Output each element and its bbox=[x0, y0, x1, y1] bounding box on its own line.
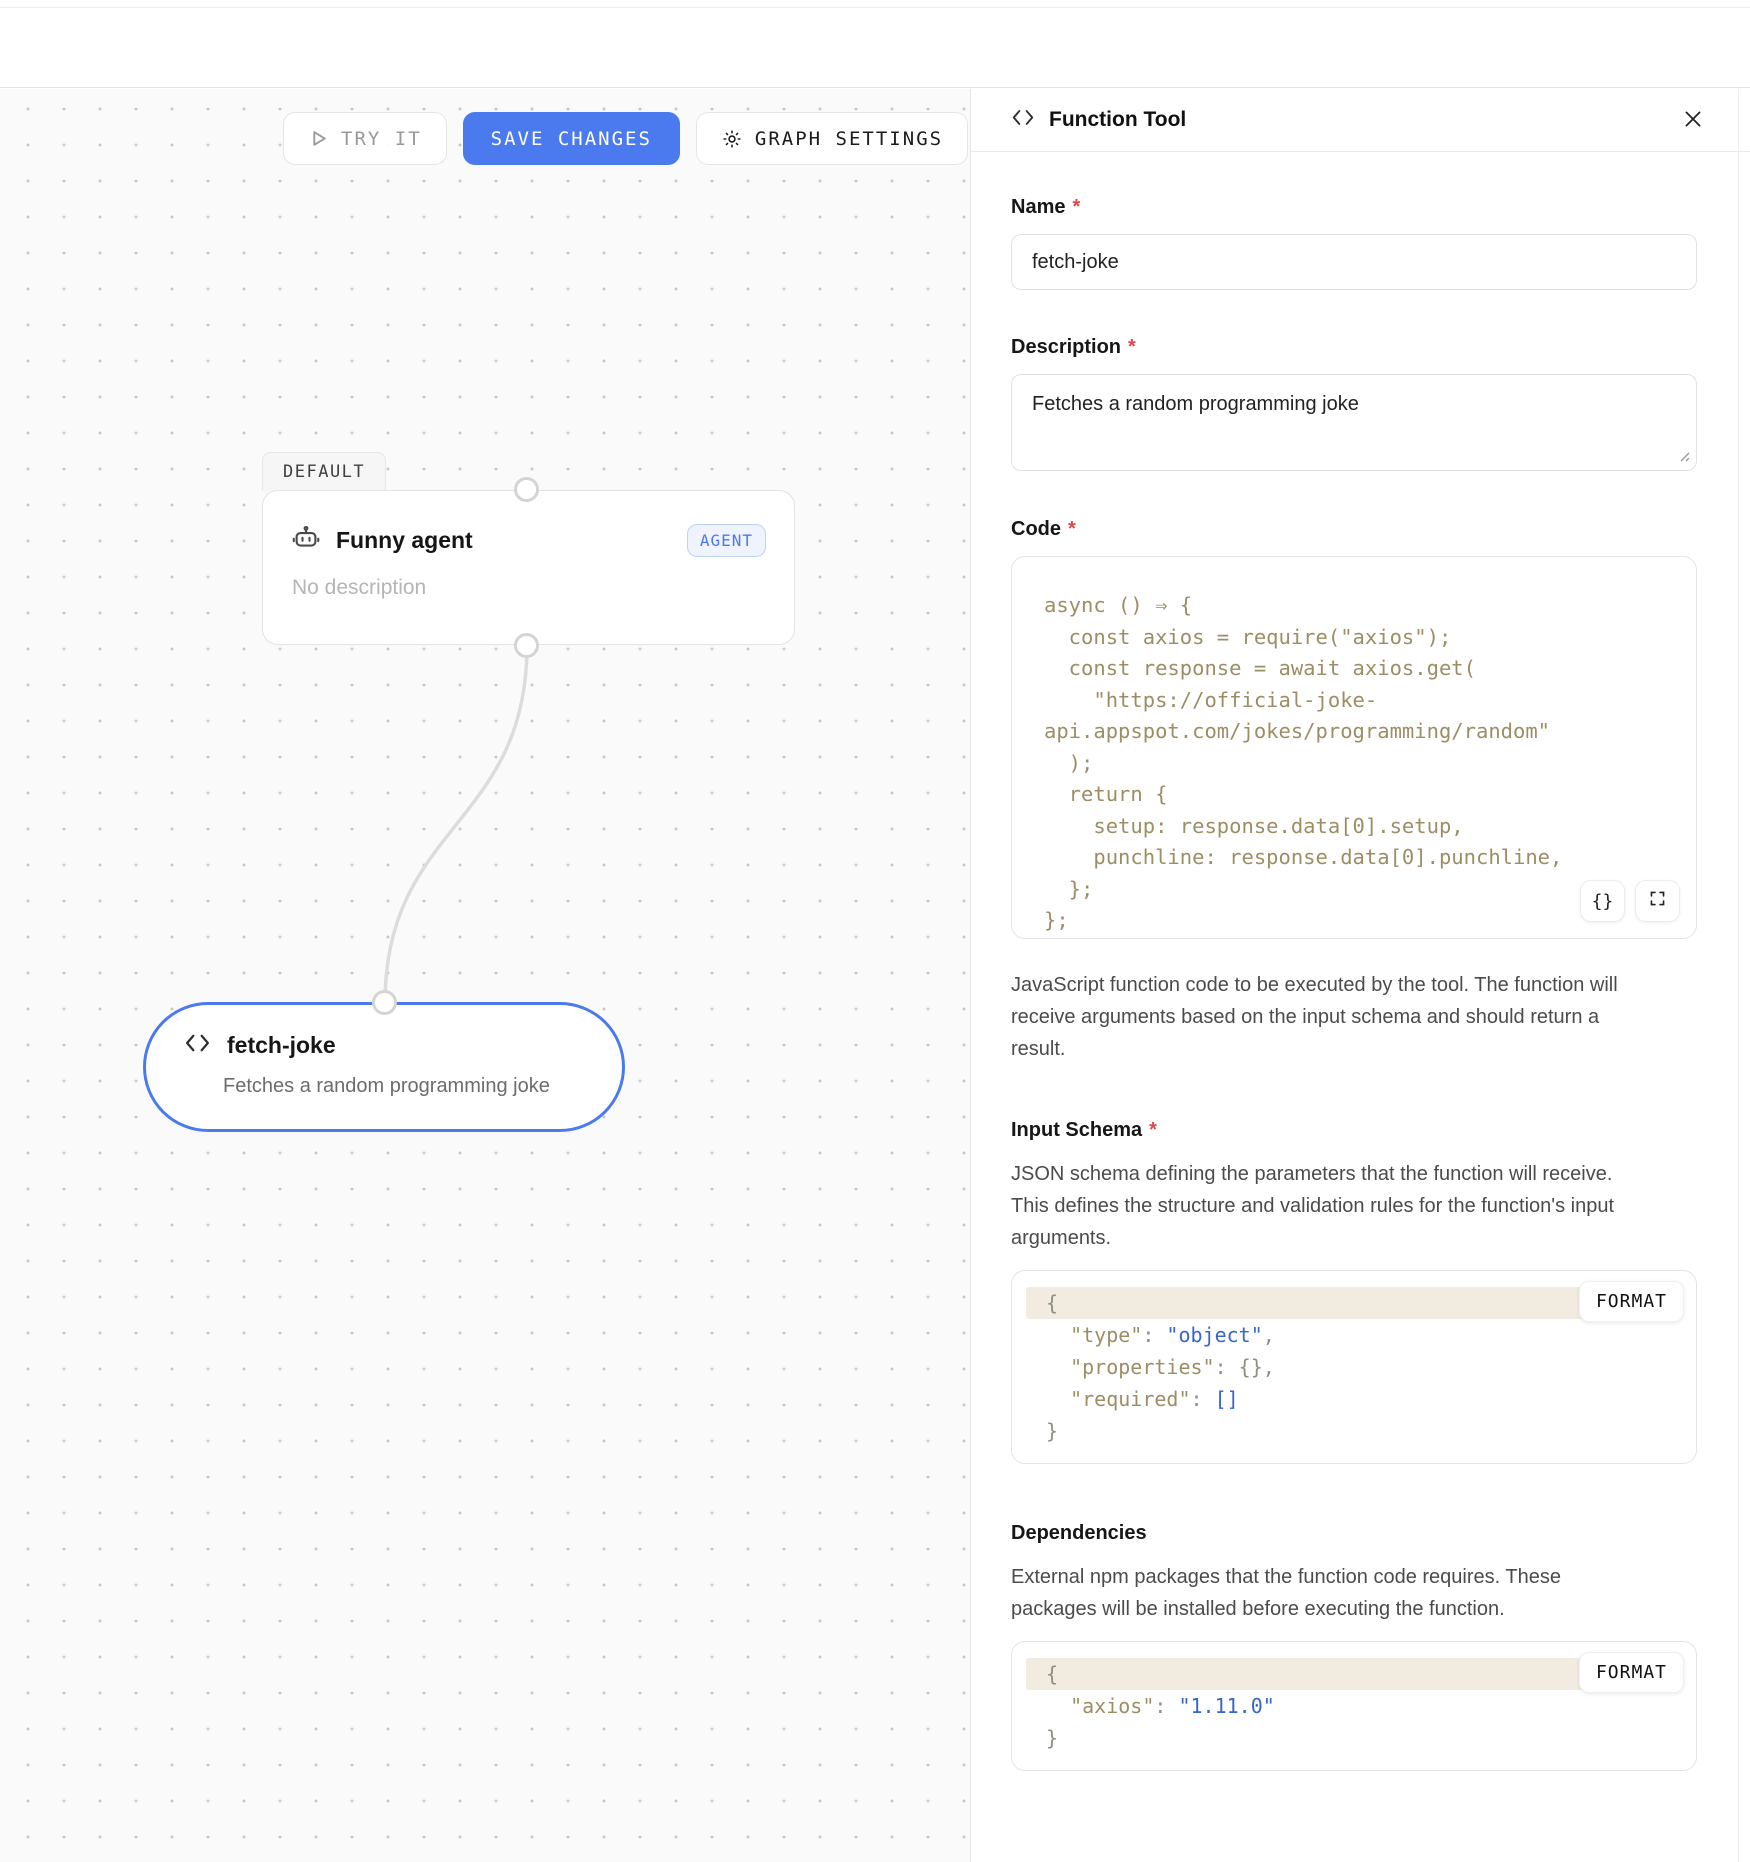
name-input[interactable] bbox=[1011, 234, 1697, 290]
close-icon bbox=[1682, 108, 1704, 133]
top-app-bar bbox=[0, 0, 1750, 88]
agent-node-description: No description bbox=[292, 576, 426, 600]
name-label-text: Name bbox=[1011, 196, 1065, 219]
robot-icon bbox=[291, 523, 321, 558]
graph-settings-label: GRAPH SETTINGS bbox=[755, 128, 943, 150]
edge-layer bbox=[0, 89, 970, 1862]
dependencies-editor[interactable]: { "axios": "1.11.0"} FORMAT bbox=[1011, 1641, 1697, 1771]
expand-editor-button[interactable] bbox=[1635, 880, 1680, 922]
input-schema-format-button[interactable]: FORMAT bbox=[1579, 1281, 1684, 1322]
group-tab-default[interactable]: DEFAULT bbox=[262, 452, 386, 491]
save-changes-label: SAVE CHANGES bbox=[491, 128, 652, 150]
edge-agent-to-tool bbox=[385, 646, 527, 1003]
agent-node-header: Funny agent AGENT bbox=[291, 523, 766, 558]
dependencies-field-label: Dependencies bbox=[1011, 1522, 1697, 1545]
agent-node-bottom-handle[interactable] bbox=[514, 633, 539, 658]
code-required-mark: * bbox=[1068, 518, 1076, 541]
agent-node[interactable]: Funny agent AGENT No description bbox=[262, 490, 795, 645]
format-braces-button[interactable]: {} bbox=[1580, 880, 1625, 922]
code-help-text: JavaScript function code to be executed … bbox=[1011, 969, 1631, 1065]
tool-node-title: fetch-joke bbox=[227, 1032, 336, 1059]
name-required-mark: * bbox=[1072, 196, 1080, 219]
agent-type-badge: AGENT bbox=[687, 524, 766, 557]
function-tool-panel: Function Tool Name * Description * Fetch… bbox=[970, 89, 1750, 1862]
panel-title: Function Tool bbox=[1049, 108, 1186, 132]
graph-canvas[interactable]: TRY IT SAVE CHANGES GRAPH SETTINGS DEFAU… bbox=[0, 89, 970, 1862]
input-schema-help-text: JSON schema defining the parameters that… bbox=[1011, 1158, 1631, 1254]
tool-node-header: fetch-joke bbox=[184, 1031, 336, 1060]
top-hairline-divider bbox=[0, 7, 1750, 8]
try-it-button[interactable]: TRY IT bbox=[283, 112, 447, 165]
description-required-mark: * bbox=[1128, 336, 1136, 359]
input-schema-editor[interactable]: { "type": "object", "properties": {}, "r… bbox=[1011, 1270, 1697, 1464]
graph-settings-button[interactable]: GRAPH SETTINGS bbox=[696, 112, 968, 165]
code-icon bbox=[184, 1031, 211, 1060]
description-field-label: Description * bbox=[1011, 336, 1697, 359]
play-icon bbox=[308, 128, 329, 149]
code-icon bbox=[1011, 107, 1035, 133]
try-it-label: TRY IT bbox=[341, 128, 422, 150]
tool-node-top-handle[interactable] bbox=[372, 990, 397, 1015]
panel-scrollbar[interactable] bbox=[1738, 89, 1739, 1862]
code-editor-content: async () ⇒ { const axios = require("axio… bbox=[1044, 590, 1672, 937]
agent-node-title: Funny agent bbox=[336, 527, 473, 554]
input-schema-label-text: Input Schema bbox=[1011, 1119, 1142, 1142]
panel-header: Function Tool bbox=[971, 89, 1750, 152]
input-schema-required-mark: * bbox=[1149, 1119, 1157, 1142]
tool-node-fetch-joke[interactable]: fetch-joke Fetches a random programming … bbox=[143, 1002, 625, 1132]
gear-icon bbox=[721, 128, 743, 150]
dependencies-help-text: External npm packages that the function … bbox=[1011, 1561, 1631, 1625]
code-editor[interactable]: async () ⇒ { const axios = require("axio… bbox=[1011, 556, 1697, 939]
code-editor-actions: {} bbox=[1580, 880, 1680, 922]
save-changes-button[interactable]: SAVE CHANGES bbox=[463, 112, 680, 165]
expand-icon bbox=[1648, 889, 1667, 913]
code-label-text: Code bbox=[1011, 518, 1061, 541]
description-label-text: Description bbox=[1011, 336, 1121, 359]
dependencies-label-text: Dependencies bbox=[1011, 1522, 1147, 1545]
code-field-label: Code * bbox=[1011, 518, 1697, 541]
canvas-toolbar: TRY IT SAVE CHANGES GRAPH SETTINGS bbox=[283, 112, 968, 165]
description-textarea[interactable]: Fetches a random programming joke bbox=[1011, 374, 1697, 471]
tool-node-description: Fetches a random programming joke bbox=[223, 1075, 550, 1098]
close-panel-button[interactable] bbox=[1678, 104, 1708, 137]
name-field-label: Name * bbox=[1011, 196, 1697, 219]
input-schema-field-label: Input Schema * bbox=[1011, 1119, 1697, 1142]
group-tab-label: DEFAULT bbox=[283, 462, 365, 482]
panel-body: Name * Description * Fetches a random pr… bbox=[971, 152, 1750, 1811]
dependencies-format-button[interactable]: FORMAT bbox=[1579, 1652, 1684, 1693]
agent-node-top-handle[interactable] bbox=[514, 477, 539, 502]
